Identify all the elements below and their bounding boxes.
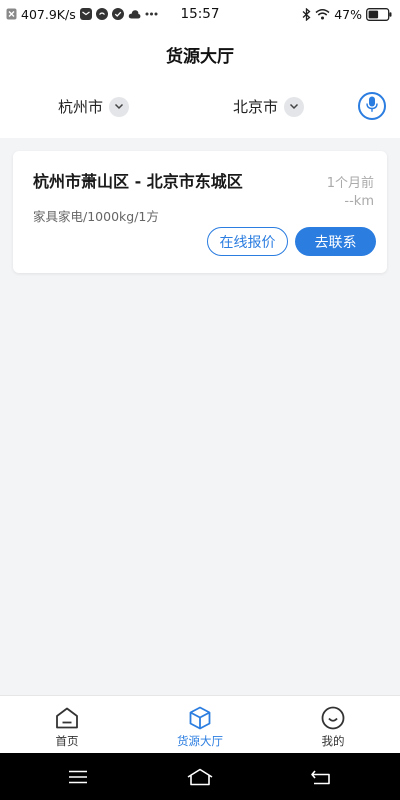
tab-home-label: 首页 bbox=[55, 734, 79, 748]
tab-cargo-hall[interactable]: 货源大厅 bbox=[150, 696, 250, 754]
online-quote-button[interactable]: 在线报价 bbox=[207, 227, 288, 256]
from-city-label: 杭州市 bbox=[58, 98, 104, 116]
wifi-icon bbox=[315, 8, 330, 20]
more-dots-icon bbox=[145, 12, 158, 16]
cargo-details: 家具家电/1000kg/1方 bbox=[33, 209, 159, 224]
chat-icon bbox=[95, 8, 108, 20]
tab-mine-label: 我的 bbox=[321, 734, 345, 748]
microphone-icon bbox=[366, 96, 378, 117]
posted-time: 1个月前 bbox=[326, 176, 374, 191]
chevron-down-icon bbox=[109, 96, 130, 117]
cargo-listing-card[interactable]: 杭州市萧山区 - 北京市东城区 1个月前 --km 家具家电/1000kg/1方… bbox=[13, 151, 387, 273]
page-header: 货源大厅 杭州市 北京市 bbox=[0, 28, 400, 138]
smile-icon bbox=[321, 706, 345, 730]
net-speed: 407.9K/s bbox=[21, 6, 76, 22]
battery-icon bbox=[366, 7, 392, 21]
chevron-down-icon bbox=[284, 96, 305, 117]
tab-cargo-hall-label: 货源大厅 bbox=[177, 734, 223, 748]
system-nav-bar bbox=[0, 753, 400, 800]
contact-button[interactable]: 去联系 bbox=[295, 227, 376, 256]
home-icon bbox=[55, 706, 79, 730]
menu-icon[interactable] bbox=[63, 765, 93, 789]
x-notification-icon bbox=[6, 8, 17, 20]
back-icon[interactable] bbox=[306, 765, 336, 789]
cloud-icon bbox=[128, 9, 141, 19]
bottom-tab-bar: 首页 货源大厅 我的 bbox=[0, 695, 400, 753]
to-city-label: 北京市 bbox=[233, 98, 279, 116]
mail-icon bbox=[79, 8, 92, 20]
route-title: 杭州市萧山区 - 北京市东城区 bbox=[33, 172, 243, 191]
status-bar: 407.9K/s 15:57 47% bbox=[0, 0, 400, 28]
battery-percent: 47% bbox=[334, 6, 362, 22]
from-city-selector[interactable]: 杭州市 bbox=[58, 96, 130, 117]
check-icon bbox=[111, 8, 124, 20]
home-outline-icon[interactable] bbox=[185, 765, 215, 789]
bluetooth-icon bbox=[302, 7, 311, 21]
box-icon bbox=[188, 706, 212, 730]
distance: --km bbox=[344, 194, 374, 209]
voice-search-button[interactable] bbox=[358, 92, 386, 120]
tab-mine[interactable]: 我的 bbox=[283, 696, 383, 754]
page-title: 货源大厅 bbox=[166, 47, 234, 67]
to-city-selector[interactable]: 北京市 bbox=[233, 96, 305, 117]
tab-home[interactable]: 首页 bbox=[17, 696, 117, 754]
